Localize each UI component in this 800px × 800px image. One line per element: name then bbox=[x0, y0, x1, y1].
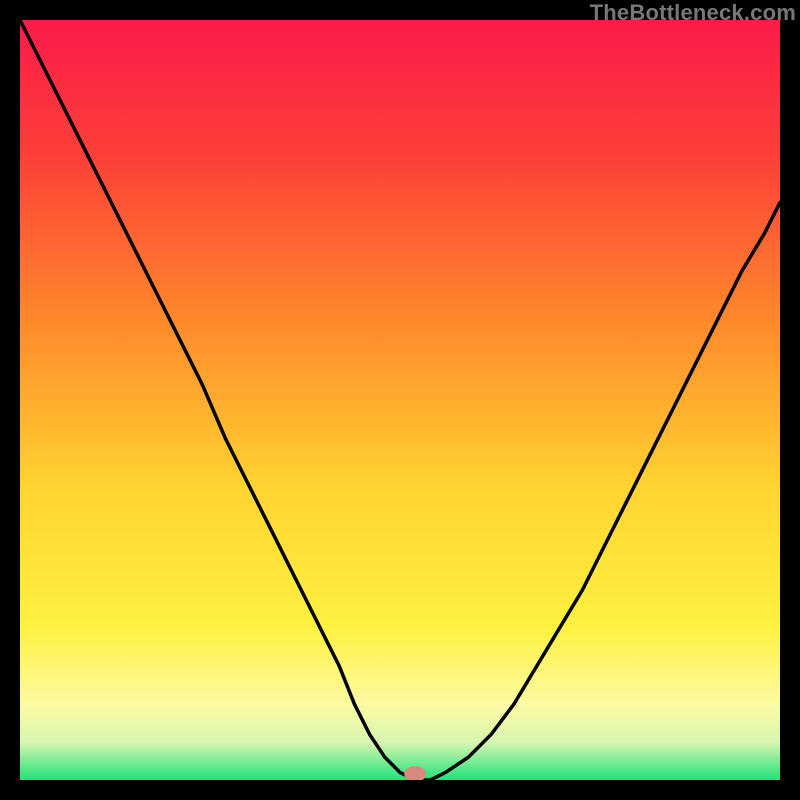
bottleneck-curve-chart bbox=[20, 20, 780, 780]
chart-frame: TheBottleneck.com bbox=[0, 0, 800, 800]
gradient-background bbox=[20, 20, 780, 780]
watermark-text: TheBottleneck.com bbox=[590, 0, 796, 26]
